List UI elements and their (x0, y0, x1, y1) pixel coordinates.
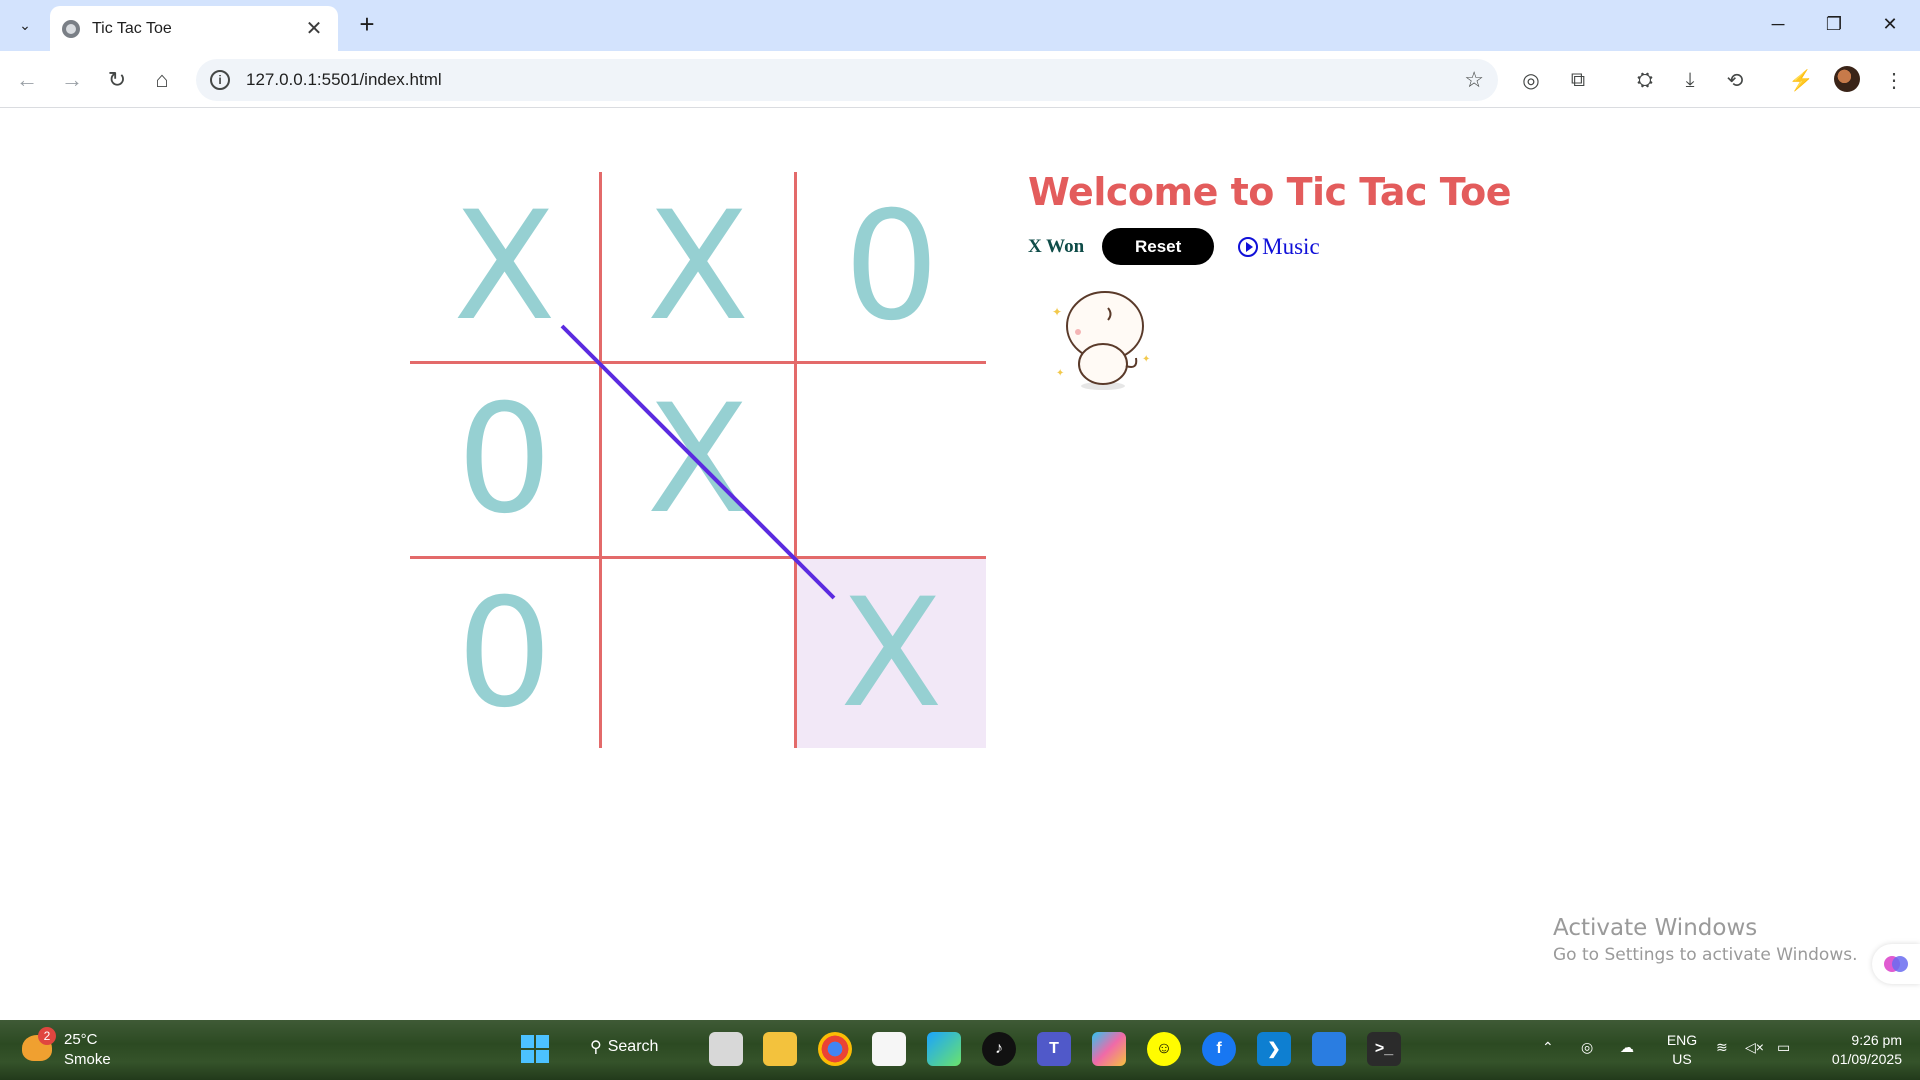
teams-icon[interactable]: T (1037, 1032, 1071, 1066)
history-icon[interactable]: ⟲ (1719, 64, 1751, 96)
incognito-icon[interactable]: ⛭ (1629, 64, 1661, 96)
close-tab-icon[interactable]: ✕ (302, 16, 326, 41)
search-label: Search (607, 1038, 659, 1055)
battery-icon[interactable]: ▭ (1777, 1038, 1790, 1057)
dancing-cat-gif: ✦ ✦ ✦ (1052, 291, 1150, 390)
time: 9:26 pm (1851, 1032, 1902, 1048)
tab-search-chevron-icon[interactable]: ⌄ (8, 9, 42, 41)
clock[interactable]: 9:26 pm 01/09/2025 (1812, 1031, 1902, 1069)
lang-line1: ENG (1666, 1032, 1698, 1048)
microsoft-store-icon[interactable] (872, 1032, 906, 1066)
chrome-icon[interactable] (818, 1032, 852, 1066)
bookmark-star-icon[interactable]: ☆ (1464, 67, 1484, 93)
svg-text:✦: ✦ (1142, 354, 1150, 365)
url-text[interactable]: 127.0.0.1:5501/index.html (246, 70, 1464, 90)
board-cell[interactable]: X (602, 364, 794, 556)
page-title: Welcome to Tic Tac Toe (1028, 170, 1511, 214)
close-window-icon[interactable]: ✕ (1862, 6, 1918, 42)
address-bar[interactable]: i 127.0.0.1:5501/index.html ☆ (196, 59, 1498, 101)
back-icon[interactable]: ← (9, 62, 45, 98)
music-button[interactable]: Music (1238, 234, 1320, 260)
file-explorer-icon[interactable] (763, 1032, 797, 1066)
browser-toolbar: ← → ↻ ⌂ i 127.0.0.1:5501/index.html ☆ ◎ … (0, 51, 1920, 108)
photos-icon[interactable] (1312, 1032, 1346, 1066)
svg-text:✦: ✦ (1052, 305, 1062, 319)
download-icon[interactable]: ⤓ (1674, 64, 1706, 96)
menu-dots-icon[interactable]: ⋮ (1878, 64, 1910, 96)
board-cell[interactable]: X (602, 172, 794, 364)
active-tab[interactable]: Tic Tac Toe ✕ (50, 6, 338, 51)
vscode-icon[interactable]: ❯ (1257, 1032, 1291, 1066)
music-label: Music (1262, 233, 1320, 259)
info-panel: Welcome to Tic Tac Toe X Won Reset Music (1028, 170, 1511, 265)
reset-button[interactable]: Reset (1102, 228, 1215, 265)
profile-avatar[interactable] (1834, 66, 1860, 92)
weather-desc: Smoke (64, 1051, 111, 1068)
reload-icon[interactable]: ↻ (99, 62, 135, 98)
notification-badge: 2 (38, 1027, 56, 1045)
globe-favicon-icon (62, 19, 80, 38)
forward-icon[interactable]: → (54, 62, 90, 98)
restore-icon[interactable]: ❐ (1806, 6, 1862, 42)
snapchat-icon[interactable]: ☺ (1147, 1032, 1181, 1066)
game-board: X X 0 0 X 0 X (410, 172, 986, 748)
home-icon[interactable]: ⌂ (144, 62, 180, 98)
svg-text:✦: ✦ (1056, 368, 1064, 379)
site-info-icon[interactable]: i (210, 70, 230, 90)
lang-line2: US (1672, 1051, 1692, 1067)
board-cell[interactable]: 0 (410, 556, 602, 748)
m365-icon[interactable] (927, 1032, 961, 1066)
language-indicator[interactable]: ENG US (1662, 1031, 1702, 1069)
volume-muted-icon[interactable]: ◁× (1745, 1038, 1764, 1057)
activate-title: Activate Windows (1553, 915, 1758, 941)
board-cell[interactable]: 0 (794, 172, 986, 364)
tray-app-icon[interactable]: ◎ (1581, 1038, 1593, 1057)
new-tab-button[interactable]: + (352, 10, 382, 40)
performance-icon[interactable]: ⚡ (1785, 64, 1817, 96)
weather-temp: 25°C (64, 1031, 98, 1048)
board-cell-highlighted[interactable]: X (794, 556, 986, 748)
play-icon (1238, 236, 1259, 257)
copilot-app-icon[interactable] (1092, 1032, 1126, 1066)
reading-mode-icon[interactable]: ◎ (1515, 64, 1547, 96)
task-view-icon[interactable] (709, 1032, 743, 1066)
board-cell[interactable]: 0 (410, 364, 602, 556)
board-cell[interactable]: X (410, 172, 602, 364)
wifi-icon[interactable]: ≋ (1716, 1038, 1728, 1057)
facebook-icon[interactable]: f (1202, 1032, 1236, 1066)
extensions-icon[interactable]: ⧉ (1562, 64, 1594, 96)
board-cell[interactable] (794, 364, 986, 556)
controls-row: X Won Reset Music (1028, 228, 1511, 265)
taskbar-search[interactable]: ⚲ Search (590, 1037, 658, 1057)
board-cell[interactable] (602, 556, 794, 748)
activate-windows-watermark: Activate Windows Go to Settings to activ… (1553, 915, 1858, 965)
tab-title: Tic Tac Toe (92, 19, 172, 37)
game-status: X Won (1028, 235, 1085, 257)
start-windows-icon[interactable] (518, 1032, 552, 1066)
search-icon: ⚲ (590, 1039, 602, 1056)
tab-strip: ⌄ Tic Tac Toe ✕ + ─ ❐ ✕ (0, 0, 1920, 51)
tiktok-icon[interactable]: ♪ (982, 1032, 1016, 1066)
activate-subtitle: Go to Settings to activate Windows. (1553, 945, 1858, 965)
date: 01/09/2025 (1831, 1051, 1902, 1067)
copilot-brain-icon[interactable] (1872, 944, 1920, 984)
terminal-icon[interactable]: >_ (1367, 1032, 1401, 1066)
onedrive-icon[interactable]: ☁ (1620, 1038, 1634, 1057)
chevron-up-icon[interactable]: ⌃ (1542, 1038, 1554, 1057)
minimize-icon[interactable]: ─ (1750, 6, 1806, 42)
